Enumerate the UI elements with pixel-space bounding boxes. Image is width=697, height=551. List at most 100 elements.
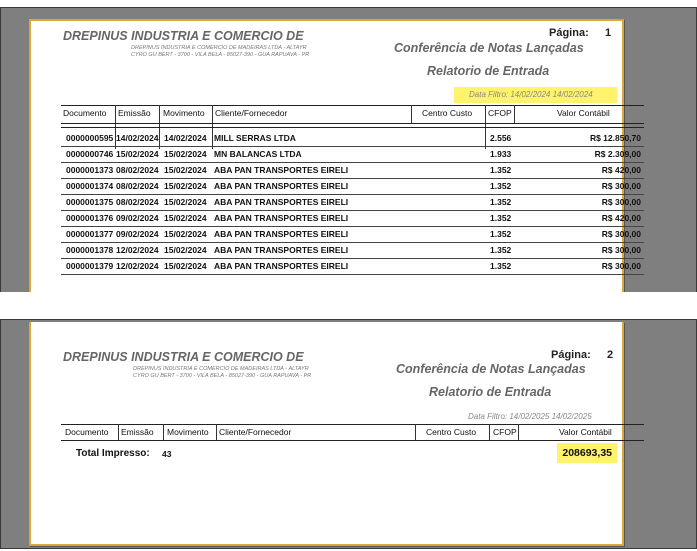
col-cliente: Cliente/Fornecedor [215,108,288,118]
cell-movimento: 15/02/2024 [164,245,207,255]
cell-cfop: 2.556 [490,133,512,143]
cell-movimento: 15/02/2024 [164,213,207,223]
cell-documento: 0000000746 [66,149,114,159]
cell-cfop: 1.933 [490,149,512,159]
cell-emissao: 15/02/2024 [116,149,159,159]
col-valor: Valor Contábil [559,427,612,437]
col-emissao: Emissão [118,108,151,118]
cell-valor: R$ 2.309,00 [594,149,641,159]
total-label: Total Impresso: [76,448,150,459]
col-centro-custo: Centro Custo [426,427,477,437]
header-bottom-rule [61,123,644,124]
cell-documento: 0000001373 [66,165,114,175]
table-row: 0000001375 08/02/2024 15/02/2024 ABA PAN TR… [61,195,644,211]
page-number: 2 [607,349,614,361]
cell-cfop: 1.352 [490,245,512,255]
cell-emissao: 08/02/2024 [116,181,159,191]
cell-valor: R$ 300,00 [601,245,641,255]
header-bottom-rule [61,440,644,441]
cell-valor: R$ 420,00 [601,165,641,175]
report-viewer-page-1: DREPINUS INDUSTRIA E COMERCIO DE DREPINU… [0,7,697,292]
cell-cfop: 1.352 [490,229,512,239]
cell-movimento: 15/02/2024 [164,229,207,239]
cell-cfop: 1.352 [490,261,512,271]
cell-movimento: 15/02/2024 [164,165,207,175]
header-double-rule [61,127,644,128]
col-divider [514,105,515,123]
col-divider [163,424,164,440]
col-movimento: Movimento [167,427,209,437]
company-sub-line2: CYRO GU BERT - 3700 - VILA BELA - 85027-… [133,373,312,379]
cell-emissao: 09/02/2024 [116,213,159,223]
cell-documento: 0000001378 [66,245,114,255]
page-number: 1 [605,27,612,39]
cell-cfop: 1.352 [490,181,512,191]
cell-cfop: 1.352 [490,197,512,207]
col-divider [518,424,519,440]
date-filter: Data Filtro: 14/02/2025 14/02/2025 [468,412,592,421]
company-sub-line1: DREPINUS INDUSTRIA E COMERCIO DE MADEIRA… [131,45,307,51]
page-gap [0,292,697,319]
cell-cliente: ABA PAN TRANSPORTES EIRELI [214,229,349,239]
cell-cfop: 1.352 [490,213,512,223]
cell-emissao: 08/02/2024 [116,197,159,207]
cell-cliente: MN BALANCAS LTDA [214,149,302,159]
table-row: 0000000595 14/02/2024 14/02/2024 MILL SERRA… [61,131,644,147]
table-row: 0000001379 12/02/2024 15/02/2024 ABA PAN TR… [61,259,644,275]
col-divider [411,105,412,123]
col-movimento: Movimento [163,108,205,118]
cell-documento: 0000001374 [66,181,114,191]
table-row: 0000001373 08/02/2024 15/02/2024 ABA PAN TR… [61,163,644,179]
cell-cliente: ABA PAN TRANSPORTES EIRELI [214,165,349,175]
col-cliente: Cliente/Fornecedor [219,427,292,437]
header-top-rule [61,105,644,106]
page-label: Página: [551,349,591,361]
company-sub-line1: DREPINUS INDUSTRIA E COMERCIO DE MADEIRA… [133,366,309,372]
col-divider [216,424,217,440]
col-documento: Documento [65,427,109,437]
table-row: 0000001374 08/02/2024 15/02/2024 ABA PAN TR… [61,179,644,195]
col-cfop: CFOP [493,427,517,437]
cell-valor: R$ 300,00 [601,229,641,239]
cell-movimento: 15/02/2024 [164,149,207,159]
report-title: Conferência de Notas Lançadas [394,41,584,55]
report-subtitle: Relatorio de Entrada [429,385,552,399]
row-rule [61,274,644,275]
cell-movimento: 15/02/2024 [164,261,207,271]
col-divider [489,424,490,440]
cell-cliente: ABA PAN TRANSPORTES EIRELI [214,261,349,271]
report-page-1: DREPINUS INDUSTRIA E COMERCIO DE DREPINU… [29,19,644,292]
table-row: 0000000746 15/02/2024 15/02/2024 MN BALANCA… [61,147,644,163]
cell-cliente: MILL SERRAS LTDA [214,133,296,143]
cell-cliente: ABA PAN TRANSPORTES EIRELI [214,213,349,223]
cell-valor: R$ 12.850,70 [589,133,641,143]
cell-emissao: 12/02/2024 [116,261,159,271]
cell-cliente: ABA PAN TRANSPORTES EIRELI [214,197,349,207]
cell-valor: R$ 300,00 [601,261,641,271]
cell-documento: 0000001376 [66,213,114,223]
cell-documento: 0000001377 [66,229,114,239]
cell-valor: R$ 300,00 [601,197,641,207]
report-subtitle: Relatorio de Entrada [427,64,550,78]
report-title: Conferência de Notas Lançadas [396,362,586,376]
cell-emissao: 12/02/2024 [116,245,159,255]
cell-emissao: 09/02/2024 [116,229,159,239]
total-value: 208693,35 [557,443,617,463]
cell-movimento: 14/02/2024 [164,133,207,143]
company-name: DREPINUS INDUSTRIA E COMERCIO DE [63,29,304,43]
header-top-rule [61,424,644,425]
col-cfop: CFOP [488,108,512,118]
cell-movimento: 15/02/2024 [164,181,207,191]
col-emissao: Emissão [121,427,154,437]
cell-documento: 0000001375 [66,197,114,207]
cell-emissao: 14/02/2024 [116,133,159,143]
total-count: 43 [162,449,172,459]
cell-documento: 0000001379 [66,261,114,271]
company-name: DREPINUS INDUSTRIA E COMERCIO DE [63,350,304,364]
company-sub-line2: CYRO GU BERT - 3700 - VILA BELA - 85027-… [131,52,310,58]
cell-cliente: ABA PAN TRANSPORTES EIRELI [214,181,349,191]
cell-emissao: 08/02/2024 [116,165,159,175]
col-documento: Documento [63,108,107,118]
cell-movimento: 15/02/2024 [164,197,207,207]
cell-documento: 0000000595 [66,133,114,143]
